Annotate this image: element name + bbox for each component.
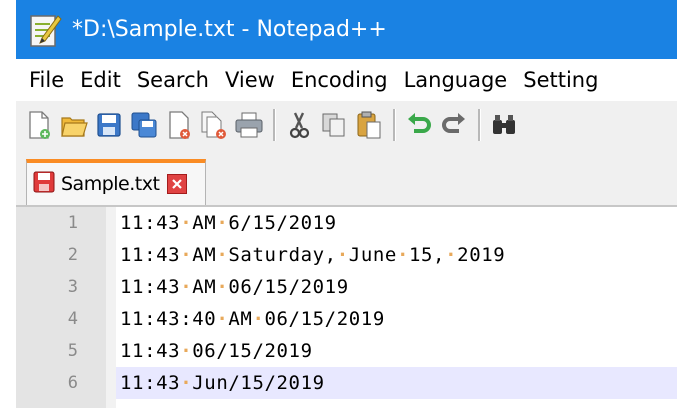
save-all-icon[interactable] [127,107,161,143]
whitespace-marker: · [216,276,229,298]
whitespace-marker: · [445,244,458,266]
line-number: 4 [67,309,78,329]
code-line[interactable]: 11:43·AM·Saturday,·June·15,·2019 [116,239,677,271]
code-line[interactable]: 11:43·AM·06/15/2019 [116,271,677,303]
menu-view[interactable]: View [217,68,283,92]
whitespace-marker: · [180,276,193,298]
line-number: 3 [67,277,78,297]
whitespace-marker: · [216,212,229,234]
code-line[interactable]: 11:43:40·AM·06/15/2019 [116,303,677,335]
whitespace-marker: · [252,308,265,330]
whitespace-marker: · [216,244,229,266]
code-line[interactable]: 11:43·AM·6/15/2019 [116,207,677,239]
whitespace-marker: · [396,244,409,266]
title-bar[interactable]: *D:\Sample.txt - Notepad++ [16,0,677,59]
find-icon[interactable] [487,107,521,143]
notepadpp-window: *D:\Sample.txt - Notepad++ File Edit Sea… [0,0,677,408]
menu-edit[interactable]: Edit [72,68,129,92]
whitespace-marker: · [180,212,193,234]
line-number: 2 [67,245,78,265]
toolbar-separator [273,109,276,141]
menu-search[interactable]: Search [129,68,217,92]
line-number: 6 [67,373,78,393]
menu-encoding[interactable]: Encoding [283,68,396,92]
whitespace-marker: · [216,308,229,330]
undo-icon[interactable] [402,107,436,143]
tab-close-icon[interactable] [167,174,188,194]
text-editor[interactable]: 1 11:43·AM·6/15/2019 2 11:43·AM·Saturday,·J… [16,205,677,408]
toolbar-separator [478,109,481,141]
menu-file[interactable]: File [16,68,72,92]
code-line[interactable]: 11:43·06/15/2019 [116,335,677,367]
line-number: 1 [67,213,78,233]
menu-bar: File Edit Search View Encoding Language … [16,59,677,101]
code-line[interactable]: 11:43·Jun/15/2019 [116,367,677,399]
copy-icon[interactable] [317,107,351,143]
tab-bar: Sample.txt [16,149,677,205]
whitespace-marker: · [336,244,349,266]
notepadpp-icon [28,10,62,50]
paste-icon[interactable] [352,107,386,143]
whitespace-marker: · [180,244,193,266]
new-file-icon[interactable] [22,107,56,143]
window-title: *D:\Sample.txt - Notepad++ [72,17,387,42]
print-icon[interactable] [232,107,266,143]
fold-margin [106,207,116,408]
save-icon[interactable] [92,107,126,143]
tab-label: Sample.txt [61,173,160,195]
redo-icon[interactable] [437,107,471,143]
tab-sample-txt[interactable]: Sample.txt [26,159,206,205]
toolbar [16,101,677,149]
whitespace-marker: · [180,340,193,362]
toolbar-separator [393,109,396,141]
unsaved-file-icon [33,171,55,197]
menu-language[interactable]: Language [396,68,516,92]
close-all-icon[interactable] [197,107,231,143]
line-number: 5 [67,341,78,361]
cut-icon[interactable] [282,107,316,143]
open-file-icon[interactable] [57,107,91,143]
whitespace-marker: · [180,372,193,394]
menu-settings[interactable]: Setting [515,68,606,92]
close-icon[interactable] [162,107,196,143]
